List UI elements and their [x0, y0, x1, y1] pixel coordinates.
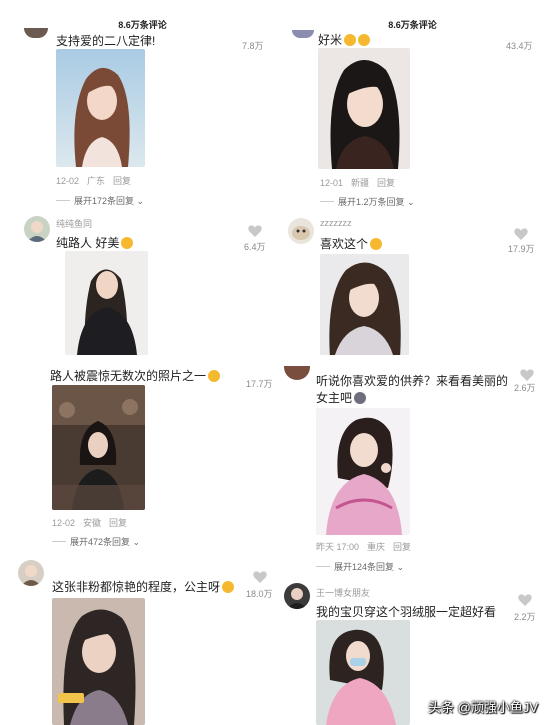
- expand-replies-label: 展开172条回复: [74, 196, 135, 206]
- reply-link[interactable]: 回复: [109, 518, 127, 528]
- smile-emoji-icon: [121, 237, 134, 249]
- comment-text-content: 女主吧: [316, 391, 353, 405]
- comment-date: 12-02: [52, 518, 76, 528]
- watermark: 头条 @顽强小鱼JV: [428, 700, 538, 715]
- expand-replies-label: 展开1.2万条回复: [338, 197, 405, 207]
- heart-eyes-emoji-icon: [358, 34, 371, 46]
- chevron-down-icon: ⌄: [134, 196, 145, 206]
- comment-text: 支持爱的二八定律!: [56, 34, 156, 48]
- comment-text: 我的宝贝穿这个羽绒服一定超好看: [316, 605, 497, 619]
- avatar[interactable]: [284, 366, 310, 380]
- avatar[interactable]: [24, 28, 48, 38]
- username[interactable]: 纯纯鱼同: [56, 217, 92, 230]
- comment-meta: 12-02 安徽 回复: [52, 516, 127, 529]
- avatar[interactable]: [292, 30, 314, 38]
- comment-text-content: 路人被震惊无数次的照片之一: [50, 369, 207, 383]
- chevron-down-icon: ⌄: [130, 537, 141, 547]
- grin-sweat-emoji-icon: [222, 581, 235, 593]
- comment-location: 新疆: [351, 178, 370, 188]
- comment-text-line: 听说你喜欢爱的供养？来看看美丽的: [316, 374, 509, 388]
- comment-photo[interactable]: [318, 48, 410, 169]
- comment-meta: 昨天 17:00 重庆 回复: [316, 540, 411, 553]
- expand-replies-label: 展开124条回复: [334, 562, 395, 572]
- comment-text-content: 纯路人 好美: [56, 236, 120, 250]
- avatar[interactable]: [24, 216, 50, 242]
- heart-eyes-emoji-icon: [370, 238, 383, 250]
- chevron-down-icon: ⌄: [394, 562, 405, 572]
- avatar[interactable]: [18, 560, 44, 586]
- comment-text: 喜欢这个: [320, 235, 383, 252]
- expand-line: [56, 200, 70, 201]
- comment-text: 好米: [318, 31, 371, 48]
- expand-line: [52, 541, 66, 542]
- comment-text: 纯路人 好美: [56, 234, 134, 251]
- avatar[interactable]: [288, 218, 314, 244]
- heart-eyes-emoji-icon: [344, 34, 357, 46]
- like-count: 6.4万: [244, 242, 266, 252]
- like-count: 2.6万: [514, 383, 536, 393]
- expand-line: [320, 201, 334, 202]
- expand-line: [316, 566, 330, 567]
- comment-photo[interactable]: [52, 598, 145, 725]
- panel-bottom-right: 听说你喜欢爱的供养？来看看美丽的 女主吧 2.6万 昨天 17:00 重庆 回复 展…: [280, 360, 545, 725]
- comment-meta: 12-01 新疆 回复: [320, 176, 395, 189]
- panel-bottom-left: 路人被震惊无数次的照片之一 17.7万 12-02 安徽 回复 展开472条回复 ⌄…: [10, 360, 275, 725]
- comment-date: 12-02: [56, 176, 80, 186]
- comment-photo[interactable]: [316, 408, 410, 535]
- expand-replies-label: 展开472条回复: [70, 537, 131, 547]
- comment-text: 这张非粉都惊艳的程度，公主呀: [52, 578, 235, 595]
- panel-top-right: 8.6万条评论 好米 43.4万 12-01 新疆 回复 展开1.2万条回复 ⌄ z…: [280, 0, 545, 355]
- like-count: 18.0万: [246, 589, 273, 599]
- comment-date: 昨天 17:00: [316, 542, 360, 552]
- comment-text: 路人被震惊无数次的照片之一: [50, 367, 221, 384]
- comment-date: 12-01: [320, 178, 344, 188]
- like-count: 7.8万: [242, 41, 264, 51]
- like-count: 43.4万: [506, 41, 533, 51]
- comment-text-line: 女主吧: [316, 389, 367, 406]
- expand-replies[interactable]: 展开172条回复 ⌄: [56, 194, 144, 207]
- comment-text-content: 这张非粉都惊艳的程度，公主呀: [52, 580, 221, 594]
- like-count: 17.7万: [246, 379, 273, 389]
- like-count: 2.2万: [514, 612, 536, 622]
- comment-location: 广东: [87, 176, 106, 186]
- reply-link[interactable]: 回复: [113, 176, 131, 186]
- comment-location: 重庆: [367, 542, 386, 552]
- expand-replies[interactable]: 展开472条回复 ⌄: [52, 535, 140, 548]
- comment-photo[interactable]: [65, 251, 148, 355]
- username[interactable]: zzzzzzz: [320, 218, 352, 228]
- like-count: 17.9万: [508, 244, 535, 254]
- comment-photo[interactable]: [320, 254, 409, 355]
- avatar[interactable]: [284, 583, 310, 609]
- comment-meta: 12-02 广东 回复: [56, 174, 131, 187]
- expand-replies[interactable]: 展开124条回复 ⌄: [316, 560, 404, 573]
- comment-count-header: 8.6万条评论: [118, 20, 167, 30]
- comment-count-header: 8.6万条评论: [388, 20, 437, 30]
- reply-link[interactable]: 回复: [393, 542, 411, 552]
- comment-photo[interactable]: [56, 49, 145, 167]
- heart-icon[interactable]: [253, 570, 267, 588]
- heart-icon[interactable]: [518, 593, 532, 611]
- comment-location: 安徽: [83, 518, 102, 528]
- bear-emoji-icon: [354, 392, 367, 404]
- comment-text-content: 喜欢这个: [320, 237, 369, 251]
- panel-top-left: 8.6万条评论 支持爱的二八定律! 7.8万 12-02 广东 回复 展开172条回…: [10, 0, 275, 355]
- grin-sweat-emoji-icon: [208, 370, 221, 382]
- comment-photo[interactable]: [52, 385, 145, 510]
- chevron-down-icon: ⌄: [404, 197, 415, 207]
- comment-photo[interactable]: [316, 620, 410, 725]
- username[interactable]: 王一博女朋友: [316, 586, 370, 599]
- reply-link[interactable]: 回复: [377, 178, 395, 188]
- expand-replies[interactable]: 展开1.2万条回复 ⌄: [320, 195, 415, 208]
- comment-text-content: 好米: [318, 33, 343, 47]
